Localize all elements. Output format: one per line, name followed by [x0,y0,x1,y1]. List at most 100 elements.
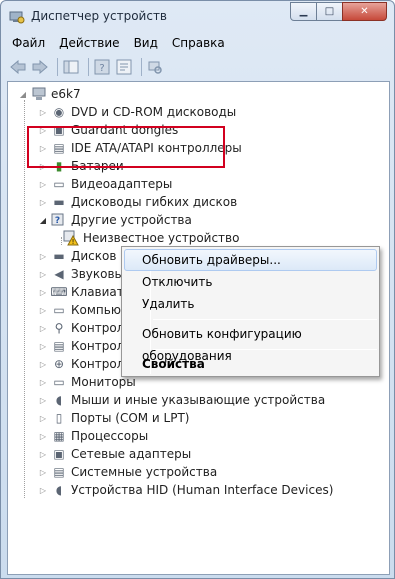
port-icon: ▯ [55,411,63,425]
tree-guide-line [24,100,25,498]
expand-arrow-icon[interactable]: ▷ [38,179,48,189]
expand-arrow-icon[interactable]: ▷ [38,341,48,351]
tree-item-label: Контрол [71,339,125,353]
expand-arrow-icon[interactable]: ▷ [38,413,48,423]
network-adapter-icon: ▣ [53,447,65,461]
tree-item-controller-3[interactable]: ▷ ⊕ Контрол [38,355,124,373]
tree-item-processors[interactable]: ▷ ▦ Процессоры [38,427,148,445]
expand-arrow-icon[interactable]: ▷ [38,287,48,297]
tree-item-video[interactable]: ▷ ▭ Видеоадаптеры [38,175,172,193]
floppy-drive-icon: ▬ [53,195,65,209]
unknown-device-icon: ? [51,212,67,228]
tree-item-hid[interactable]: ▷ ◖ Устройства HID (Human Interface Devi… [38,481,333,499]
expand-arrow-icon[interactable]: ▷ [38,251,48,261]
dvd-drive-icon: ◉ [53,105,65,119]
expand-arrow-icon[interactable]: ▷ [38,431,48,441]
expand-arrow-icon[interactable]: ▷ [38,485,48,495]
tree-item-label: Дисководы гибких дисков [71,195,238,209]
tree-item-label: Контрол [71,321,125,335]
tree-item-label: Дисков [71,249,117,263]
update-drivers-menu-item[interactable]: Обновить драйверы... [124,249,377,271]
tree-item-unknown-device[interactable]: ! Неизвестное устройство [63,229,239,247]
expand-arrow-icon[interactable]: ▷ [38,197,48,207]
expand-arrow-icon[interactable]: ▷ [38,377,48,387]
expand-arrow-icon[interactable]: ▷ [38,449,48,459]
toolbar-separator [141,58,142,76]
tree-item-mice[interactable]: ▷ ◖ Мыши и иные указывающие устройства [38,391,325,409]
scan-hardware-menu-item[interactable]: Обновить конфигурацию оборудования [124,323,377,363]
tree-item-network[interactable]: ▷ ▣ Сетевые адаптеры [38,445,191,463]
tree-item-other-devices[interactable]: ◢ ? Другие устройства [38,211,192,229]
context-menu-separator [153,349,377,350]
menu-help[interactable]: Справка [165,34,232,52]
keyboard-icon: ⌨ [50,285,68,299]
forward-arrow-icon[interactable] [31,58,49,76]
expand-arrow-icon[interactable]: ▷ [38,467,48,477]
controller-icon: ▤ [53,339,65,353]
properties-icon[interactable] [115,58,133,76]
tree-item-floppy[interactable]: ▷ ▬ Дисководы гибких дисков [38,193,237,211]
tree-item-keyboard[interactable]: ▷ ⌨ Клавиату [38,283,131,301]
tree-item-label: Порты (COM и LPT) [71,411,190,425]
disable-menu-item[interactable]: Отключить [124,271,377,293]
collapse-arrow-icon[interactable]: ◢ [18,89,28,99]
tree-item-label: Другие устройства [71,213,192,227]
red-highlight-annotation [27,126,225,168]
display-adapter-icon: ▭ [53,177,65,191]
toolbar: ? [5,55,390,79]
expand-arrow-icon[interactable]: ▷ [38,323,48,333]
tree-item-label: Устройства HID (Human Interface Devices) [71,483,334,497]
svg-text:!: ! [72,238,75,246]
properties-menu-item[interactable]: Свойства [124,353,377,375]
expand-arrow-icon[interactable]: ▷ [38,269,48,279]
menu-action[interactable]: Действие [52,34,126,52]
caption-buttons: ▁ □ ✕ [290,2,387,22]
usb-controller-icon: ⊕ [53,357,65,371]
tree-item-label: DVD и CD-ROM дисководы [71,105,237,119]
help-icon[interactable]: ? [93,58,111,76]
maximize-button[interactable]: □ [316,2,343,21]
computer-icon: ▭ [53,303,65,317]
tree-item-system[interactable]: ▷ ▤ Системные устройства [38,463,217,481]
context-menu: Обновить драйверы... Отключить Удалить О… [121,246,380,377]
computer-icon [31,86,47,102]
expand-arrow-icon[interactable]: ▷ [38,305,48,315]
tree-item-controller-2[interactable]: ▷ ▤ Контрол [38,337,124,355]
tree-root-label: e6k7 [51,87,81,101]
close-button[interactable]: ✕ [342,2,387,21]
menu-file[interactable]: Файл [5,34,52,52]
window-title: Диспетчер устройств [31,9,168,23]
tree-item-ports[interactable]: ▷ ▯ Порты (COM и LPT) [38,409,190,427]
context-menu-separator [153,319,377,320]
processor-icon: ▦ [53,429,65,443]
tree-item-controller-1[interactable]: ▷ ⚲ Контрол [38,319,124,337]
uninstall-menu-item[interactable]: Удалить [124,293,377,315]
tree-item-dvd[interactable]: ▷ ◉ DVD и CD-ROM дисководы [38,103,236,121]
tree-item-label: Видеоадаптеры [71,177,173,191]
tree-item-label: Компьют [71,303,128,317]
tree-item-computer[interactable]: ▷ ▭ Компьют [38,301,128,319]
system-device-icon: ▤ [53,465,65,479]
tree-root[interactable]: ◢ e6k7 [18,85,81,103]
menu-view[interactable]: Вид [127,34,165,52]
toolbar-separator [57,58,58,76]
expand-arrow-icon[interactable]: ▷ [38,359,48,369]
tree-item-disk[interactable]: ▷ ▬ Дисков [38,247,117,265]
title-bar[interactable]: Диспетчер устройств ▁ □ ✕ [1,1,394,31]
minimize-button[interactable]: ▁ [290,2,317,21]
console-tree-icon[interactable] [62,58,80,76]
tree-item-sound[interactable]: ▷ ◀ Звуковы [38,265,124,283]
collapse-arrow-icon[interactable]: ◢ [38,215,48,225]
menu-bar: Файл Действие Вид Справка [5,34,390,52]
warning-device-icon: ! [63,230,79,246]
svg-text:?: ? [99,63,104,74]
tree-item-label: Неизвестное устройство [83,231,240,245]
controller-icon: ⚲ [54,321,64,335]
tree-guide-line [61,237,62,245]
scan-hardware-icon[interactable] [146,58,164,76]
svg-text:?: ? [55,216,60,226]
back-arrow-icon[interactable] [9,58,27,76]
tree-item-label: Контрол [71,357,125,371]
expand-arrow-icon[interactable]: ▷ [38,107,48,117]
expand-arrow-icon[interactable]: ▷ [38,395,48,405]
